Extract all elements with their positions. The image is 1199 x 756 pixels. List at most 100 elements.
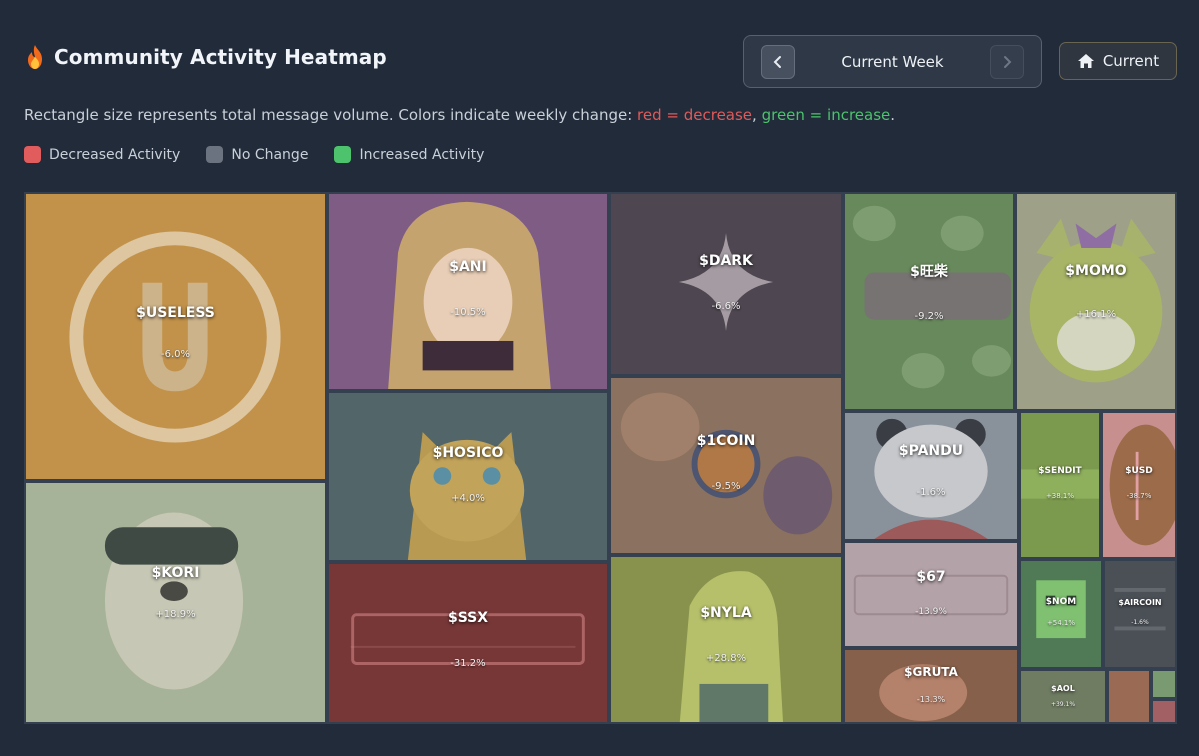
heatmap-cell-nom[interactable]: $NOM +54.1% xyxy=(1019,559,1103,669)
nom-pixel-art xyxy=(1021,561,1101,667)
legend-swatch-increased xyxy=(334,146,352,163)
cell-symbol: $USD xyxy=(1125,466,1153,476)
cell-symbol: $USELESS xyxy=(136,305,215,321)
legend-item-decreased: Decreased Activity xyxy=(24,146,180,163)
legend-swatch-no-change xyxy=(206,146,224,163)
cell-change: -9.5% xyxy=(711,481,741,492)
cell-change: -31.2% xyxy=(450,657,486,669)
heatmap-cell-kori[interactable]: $KORI +18.9% xyxy=(24,481,327,724)
heatmap-cell-small-1[interactable] xyxy=(1107,669,1151,724)
heatmap-cell-sendit[interactable]: $SENDIT +38.1% xyxy=(1019,411,1101,559)
description-suffix: . xyxy=(890,106,896,124)
hosico-cat-art xyxy=(329,393,607,560)
cell-change: -6.6% xyxy=(711,300,741,312)
heatmap-cell-useless[interactable]: $USELESS -6.0% xyxy=(24,192,327,481)
cell-symbol: $AOL xyxy=(1051,683,1075,693)
legend-label-decreased: Decreased Activity xyxy=(49,146,181,163)
cell-symbol: $SENDIT xyxy=(1038,466,1082,476)
cell-symbol: $旺柴 xyxy=(910,264,948,280)
description-separator: , xyxy=(752,106,762,124)
chevron-left-icon xyxy=(773,55,781,68)
heatmap-cell-wangchai[interactable]: $旺柴 -9.2% xyxy=(843,192,1015,411)
cell-symbol: $AIRCOIN xyxy=(1118,598,1162,607)
heatmap-cell-aol[interactable]: $AOL +39.1% xyxy=(1019,669,1107,724)
week-label: Current Week xyxy=(841,52,944,71)
heatmap-cell-aircoin[interactable]: $AIRCOIN -1.6% xyxy=(1103,559,1177,669)
cell-change: -38.7% xyxy=(1126,492,1152,500)
heatmap-cell-pandu[interactable]: $PANDU -1.6% xyxy=(843,411,1019,541)
cell-symbol: $HOSICO xyxy=(432,445,504,461)
67-coin-art xyxy=(845,543,1017,646)
cell-symbol: $PANDU xyxy=(898,442,964,459)
cell-change: +39.1% xyxy=(1050,700,1076,708)
current-week-button[interactable]: Current xyxy=(1059,42,1177,80)
chevron-right-icon xyxy=(1003,55,1012,68)
legend-label-no-change: No Change xyxy=(231,146,309,163)
flame-icon xyxy=(28,45,42,69)
next-week-button[interactable] xyxy=(989,44,1024,79)
cell-symbol: $67 xyxy=(916,568,946,585)
cell-change: +38.1% xyxy=(1045,492,1075,500)
prev-week-button[interactable] xyxy=(761,44,795,79)
heatmap-cell-small-2[interactable] xyxy=(1151,669,1177,699)
cell-symbol: $GRUTA xyxy=(904,664,958,679)
cell-change: +16.1% xyxy=(1075,309,1117,320)
cell-change: -9.2% xyxy=(914,311,944,322)
useless-logo-art xyxy=(69,231,281,443)
heatmap-cell-dark[interactable]: $DARK -6.6% xyxy=(609,192,843,376)
activity-heatmap: $USELESS -6.0% $KORI +18.9% $ANI -10.5% xyxy=(24,192,1177,724)
week-navigator: Current Week xyxy=(743,35,1042,88)
pandu-panda-art xyxy=(845,413,1017,539)
heatmap-cell-momo[interactable]: $MOMO +16.1% xyxy=(1015,192,1177,411)
aol-logo-art xyxy=(1021,671,1105,722)
heatmap-description: Rectangle size represents total message … xyxy=(24,106,895,124)
heatmap-cell-gruta[interactable]: $GRUTA -13.3% xyxy=(843,648,1019,724)
home-icon xyxy=(1077,54,1094,68)
momo-dog-art xyxy=(1017,194,1175,409)
description-red: red = decrease xyxy=(637,106,753,124)
gruta-pig-art xyxy=(845,650,1017,722)
heatmap-cell-hosico[interactable]: $HOSICO +4.0% xyxy=(327,391,609,562)
heatmap-cell-small-3[interactable] xyxy=(1151,699,1177,724)
cell-change: +54.1% xyxy=(1046,619,1076,627)
heatmap-cell-ani[interactable]: $ANI -10.5% xyxy=(327,192,609,391)
dark-star-art xyxy=(611,194,841,374)
page-header: Community Activity Heatmap xyxy=(24,44,387,70)
cell-symbol: $KORI xyxy=(151,565,200,581)
cell-change: -13.9% xyxy=(915,606,947,617)
heatmap-cell-ssx[interactable]: $SSX -31.2% xyxy=(327,562,609,724)
cell-symbol: $1COIN xyxy=(696,433,756,449)
legend-item-no-change: No Change xyxy=(206,146,308,163)
cell-change: -1.6% xyxy=(1131,619,1149,626)
legend-item-increased: Increased Activity xyxy=(334,146,484,163)
cell-symbol: $ANI xyxy=(449,259,487,275)
cell-symbol: $DARK xyxy=(699,252,753,269)
cell-symbol: $MOMO xyxy=(1065,263,1127,279)
usd-logo-art xyxy=(1103,413,1175,557)
ssx-neon-logo-art xyxy=(329,564,607,722)
cell-change: -13.3% xyxy=(916,694,946,704)
legend-swatch-decreased xyxy=(24,146,41,163)
heatmap-cell-nyla[interactable]: $NYLA +28.8% xyxy=(609,555,843,724)
description-prefix: Rectangle size represents total message … xyxy=(24,106,638,124)
heatmap-cell-usd[interactable]: $USD -38.7% xyxy=(1101,411,1177,559)
cell-change: +18.9% xyxy=(155,609,196,620)
cell-symbol: $NOM xyxy=(1045,597,1077,607)
legend-label-increased: Increased Activity xyxy=(359,146,485,163)
cell-change: -10.5% xyxy=(450,307,486,318)
aircoin-logo-art xyxy=(1105,561,1175,667)
cell-change: +4.0% xyxy=(451,493,485,504)
legend: Decreased Activity No Change Increased A… xyxy=(24,146,484,163)
1coin-meme-art xyxy=(611,378,841,553)
description-green: green = increase xyxy=(761,106,891,124)
cell-change: -6.0% xyxy=(160,349,190,360)
cell-change: +28.8% xyxy=(705,653,747,664)
page-title: Community Activity Heatmap xyxy=(54,45,387,69)
heatmap-cell-1coin[interactable]: $1COIN -9.5% xyxy=(609,376,843,555)
sendit-logo-art xyxy=(1021,413,1099,557)
current-button-label: Current xyxy=(1102,52,1160,70)
wangchai-chat-art xyxy=(845,194,1013,409)
heatmap-cell-67[interactable]: $67 -13.9% xyxy=(843,541,1019,648)
cell-symbol: $SSX xyxy=(447,609,489,626)
kori-dog-art xyxy=(26,483,325,722)
